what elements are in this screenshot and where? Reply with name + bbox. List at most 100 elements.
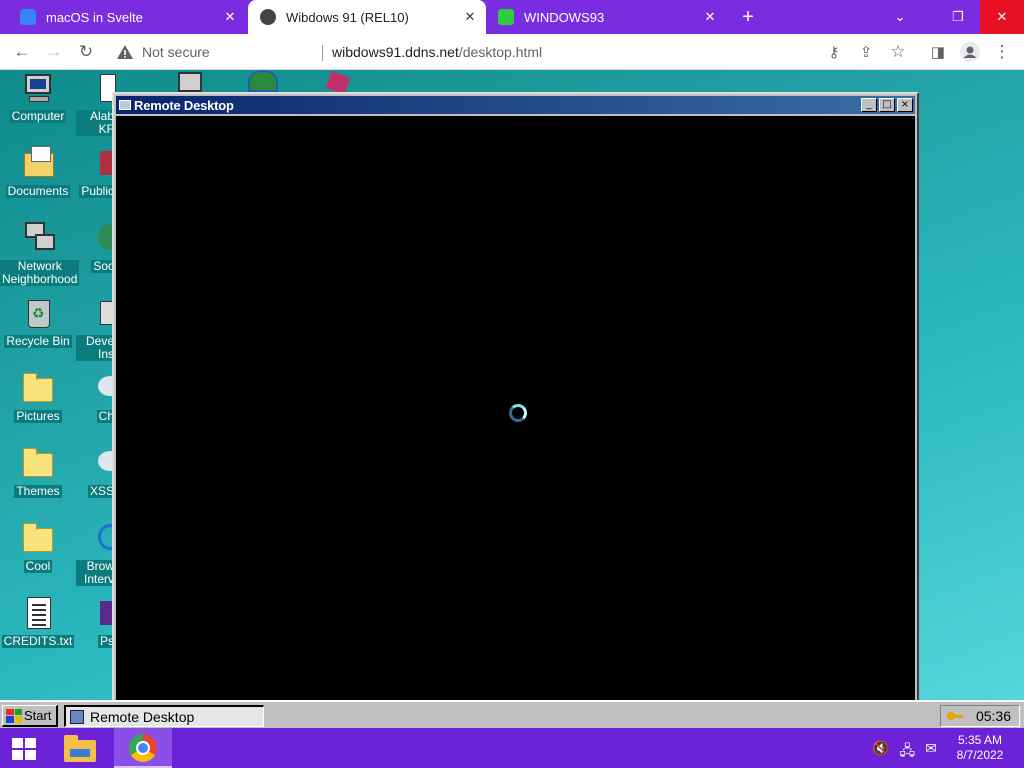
folder-icon bbox=[21, 447, 55, 481]
url-path: /desktop.html bbox=[458, 44, 543, 60]
monitor-icon-top[interactable] bbox=[178, 72, 202, 92]
taskbar-item-remote-desktop[interactable]: Remote Desktop bbox=[64, 705, 264, 727]
desktop-icon-network-neighborhood[interactable]: Network Neighborhood bbox=[0, 222, 80, 288]
wibdows-favicon-icon bbox=[260, 9, 276, 25]
forward-arrow-icon[interactable]: → bbox=[42, 40, 66, 64]
window-title-bar[interactable]: Remote Desktop _ □ × bbox=[116, 96, 915, 114]
icon-label: Public bbox=[79, 184, 116, 198]
browser-toolbar: ← → ↻ Not secure wibdows91.ddns.net/desk… bbox=[0, 34, 1024, 70]
browser-tab-strip: macOS in Svelte ✕ Wibdows 91 (REL10) ✕ W… bbox=[0, 0, 1024, 34]
bookmark-star-icon[interactable]: ☆ bbox=[886, 40, 910, 64]
key-password-icon[interactable]: ⚷ bbox=[822, 40, 846, 64]
chrome-taskbar-button[interactable] bbox=[114, 728, 172, 768]
desktop-icon-browser[interactable]: Brow Interv bbox=[76, 522, 116, 588]
wibdows-desktop: Computer Documents Network Neighborhood … bbox=[0, 70, 1024, 728]
loading-spinner-icon bbox=[509, 404, 527, 422]
start-label: Start bbox=[24, 708, 52, 723]
profile-avatar-icon[interactable] bbox=[958, 40, 982, 64]
remote-desktop-viewport[interactable] bbox=[116, 116, 915, 702]
system-tray: 05:36 bbox=[940, 705, 1020, 727]
window-title: Remote Desktop bbox=[134, 97, 234, 113]
key-icon[interactable] bbox=[947, 710, 963, 722]
icon-label: Cool bbox=[23, 559, 53, 573]
icon-label: Pictures bbox=[14, 409, 62, 423]
tab-title: Wibdows 91 (REL10) bbox=[286, 9, 409, 25]
desktop-icon-ch[interactable]: Ch bbox=[76, 372, 116, 425]
start-button[interactable]: Start bbox=[2, 705, 58, 727]
tab-title: macOS in Svelte bbox=[46, 9, 143, 25]
desktop-icon-xss[interactable]: XSS bbox=[76, 447, 116, 500]
tray-clock[interactable]: 05:36 bbox=[976, 708, 1011, 724]
icon-label: CREDITS.txt bbox=[1, 634, 75, 648]
icon-label: Brow Interv bbox=[76, 560, 116, 586]
svelte-favicon-icon bbox=[20, 9, 36, 25]
chrome-icon bbox=[129, 734, 157, 762]
tab-title: WINDOWS93 bbox=[524, 9, 605, 25]
desktop-icon-pictures[interactable]: Pictures bbox=[0, 372, 76, 425]
host-taskbar: 🔇 🖧 ✉ 5:35 AM 8/7/2022 bbox=[0, 728, 1024, 768]
share-icon[interactable]: ⇪ bbox=[854, 40, 878, 64]
reload-icon[interactable]: ↻ bbox=[74, 40, 98, 64]
file-explorer-icon[interactable] bbox=[62, 734, 98, 762]
desktop-icon-recycle-bin[interactable]: Recycle Bin bbox=[0, 297, 76, 350]
desktop-icon-dev-ins[interactable]: Deve Ins bbox=[76, 297, 116, 363]
host-tray-icons: 🔇 🖧 ✉ bbox=[872, 740, 937, 764]
close-tab-icon[interactable]: ✕ bbox=[220, 7, 240, 27]
close-button[interactable]: × bbox=[897, 98, 913, 112]
recycle-bin-icon bbox=[21, 297, 55, 331]
globe-icon-top[interactable] bbox=[248, 70, 278, 92]
close-tab-icon[interactable]: ✕ bbox=[460, 7, 480, 27]
close-window-icon[interactable]: ✕ bbox=[980, 0, 1024, 34]
desktop-icon-public[interactable]: Public bbox=[76, 147, 116, 200]
folder-icon bbox=[21, 522, 55, 556]
tab-windows93[interactable]: WINDOWS93 ✕ bbox=[486, 0, 726, 34]
back-arrow-icon[interactable]: ← bbox=[10, 40, 34, 64]
windows-flag-icon bbox=[6, 708, 22, 723]
tab-wibdows-91[interactable]: Wibdows 91 (REL10) ✕ bbox=[248, 0, 486, 34]
url-text[interactable]: wibdows91.ddns.net/desktop.html bbox=[332, 44, 542, 60]
windows93-favicon-icon bbox=[498, 9, 514, 25]
omnibox-divider bbox=[322, 45, 323, 61]
host-clock[interactable]: 5:35 AM 8/7/2022 bbox=[944, 733, 1016, 763]
maximize-button[interactable]: □ bbox=[879, 98, 895, 112]
address-bar[interactable]: Not secure wibdows91.ddns.net/desktop.ht… bbox=[106, 37, 820, 67]
text-document-icon bbox=[21, 597, 55, 631]
desktop-icon-cool[interactable]: Cool bbox=[0, 522, 76, 575]
network-icon[interactable]: 🖧 bbox=[899, 740, 915, 764]
windows-start-icon[interactable] bbox=[12, 738, 36, 760]
documents-folder-icon bbox=[21, 146, 55, 181]
desktop-icon-soc[interactable]: Soc bbox=[76, 222, 116, 275]
host-time: 5:35 AM bbox=[957, 733, 1003, 747]
taskbar-item-label: Remote Desktop bbox=[90, 708, 195, 725]
icon-label: Network Neighborhood bbox=[0, 259, 80, 286]
restore-window-icon[interactable]: ❐ bbox=[936, 0, 980, 34]
remote-desktop-icon bbox=[118, 98, 132, 112]
volume-muted-icon[interactable]: 🔇 bbox=[872, 740, 889, 764]
wibdows-taskbar: Start Remote Desktop 05:36 bbox=[0, 700, 1024, 728]
icon-label: Themes bbox=[14, 484, 62, 498]
side-panel-icon[interactable]: ◨ bbox=[926, 40, 950, 64]
more-menu-icon[interactable]: ⋮ bbox=[990, 40, 1014, 64]
minimize-button[interactable]: _ bbox=[861, 98, 877, 112]
window-buttons: _ □ × bbox=[861, 98, 913, 112]
remote-desktop-window[interactable]: Remote Desktop _ □ × bbox=[112, 92, 919, 702]
tab-search-chevron-down-icon[interactable]: ⌄ bbox=[878, 0, 922, 34]
icon-label: Recycle Bin bbox=[4, 334, 72, 348]
warning-triangle-icon[interactable] bbox=[116, 43, 134, 61]
url-host: wibdows91.ddns.net bbox=[332, 44, 459, 60]
desktop-icon-credits[interactable]: CREDITS.txt bbox=[0, 597, 76, 650]
desktop-icon-computer[interactable]: Computer bbox=[0, 72, 76, 125]
new-tab-button[interactable]: + bbox=[736, 5, 760, 29]
desktop-icon-themes[interactable]: Themes bbox=[0, 447, 76, 500]
icon-label: Alab KF bbox=[76, 110, 116, 136]
icon-label: Deve Ins bbox=[76, 335, 116, 361]
close-tab-icon[interactable]: ✕ bbox=[700, 7, 720, 27]
desktop-icon-documents[interactable]: Documents bbox=[0, 146, 76, 200]
remote-desktop-icon bbox=[70, 709, 84, 724]
notification-icon[interactable]: ✉ bbox=[925, 740, 937, 764]
desktop-icon-alab-kf[interactable]: Alab KF bbox=[76, 72, 116, 138]
desktop-icon-ps[interactable]: Ps bbox=[76, 597, 116, 650]
network-computers-icon bbox=[21, 222, 55, 256]
tab-macos-in-svelte[interactable]: macOS in Svelte ✕ bbox=[0, 0, 246, 34]
not-secure-label[interactable]: Not secure bbox=[142, 44, 210, 60]
